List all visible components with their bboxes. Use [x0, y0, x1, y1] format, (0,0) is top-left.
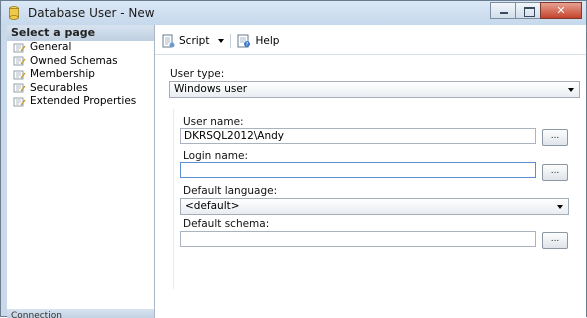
login-name-label: Login name: — [183, 150, 248, 162]
page-selector-header: Select a page — [7, 25, 154, 41]
login-name-browse-button[interactable]: ... — [542, 164, 568, 181]
default-language-value: <default> — [185, 200, 240, 212]
page-item-label: Extended Properties — [30, 95, 137, 108]
maximize-button[interactable] — [515, 2, 541, 19]
script-icon — [162, 34, 175, 48]
window-title: Database User - New — [28, 6, 155, 20]
user-type-label: User type: — [170, 68, 225, 80]
default-schema-browse-button[interactable]: ... — [542, 232, 568, 249]
toolbar-separator — [230, 34, 232, 48]
page-wrench-icon — [13, 70, 26, 80]
user-name-browse-button[interactable]: ... — [542, 129, 568, 146]
page-item-general[interactable]: General — [7, 41, 154, 55]
user-name-value: DKRSQL2012\Andy — [184, 130, 285, 142]
default-schema-label: Default schema: — [183, 218, 270, 230]
page-item-label: General — [30, 41, 72, 54]
minimize-button[interactable] — [490, 2, 516, 19]
page-item-owned-schemas[interactable]: Owned Schemas — [7, 55, 154, 69]
script-button[interactable]: Script — [161, 34, 228, 48]
page-wrench-icon — [13, 43, 26, 53]
script-label: Script — [179, 35, 210, 47]
page-item-membership[interactable]: Membership — [7, 68, 154, 82]
user-name-field[interactable]: DKRSQL2012\Andy — [180, 128, 536, 144]
maximize-icon — [524, 7, 535, 17]
user-name-label: User name: — [183, 116, 244, 128]
toolbar: Script ? Help — [155, 31, 279, 51]
toolbar-divider — [155, 54, 586, 55]
page-wrench-icon — [13, 56, 26, 66]
page-item-label: Membership — [30, 68, 95, 81]
login-name-field[interactable] — [180, 162, 536, 178]
help-label: Help — [255, 35, 280, 47]
window: Database User - New ✕ Select a page Gene… — [0, 0, 587, 318]
help-button[interactable]: ? Help — [237, 34, 279, 48]
chevron-down-icon — [568, 88, 574, 92]
page-wrench-icon — [13, 83, 26, 93]
minimize-icon — [500, 12, 508, 14]
page-wrench-icon — [13, 97, 26, 107]
chevron-down-icon — [557, 205, 563, 209]
title-bar[interactable]: Database User - New ✕ — [1, 1, 586, 25]
close-icon: ✕ — [556, 4, 566, 17]
page-item-securables[interactable]: Securables — [7, 82, 154, 96]
help-icon: ? — [237, 34, 251, 48]
chevron-down-icon[interactable] — [218, 39, 225, 43]
page-selector: Select a page General Owned Schemas Memb… — [7, 25, 155, 318]
content-pane: Script ? Help User type: Windows user Us… — [155, 25, 586, 318]
page-item-extended-properties[interactable]: Extended Properties — [7, 95, 154, 109]
database-icon — [9, 6, 19, 20]
default-schema-field[interactable] — [180, 231, 536, 247]
page-item-label: Securables — [30, 81, 88, 94]
default-language-label: Default language: — [183, 185, 278, 197]
window-controls: ✕ — [490, 2, 582, 20]
page-item-label: Owned Schemas — [30, 54, 118, 67]
default-language-select[interactable]: <default> — [180, 198, 569, 215]
user-type-select[interactable]: Windows user — [169, 81, 580, 98]
svg-text:?: ? — [246, 42, 249, 48]
user-type-value: Windows user — [174, 83, 248, 95]
close-button[interactable]: ✕ — [540, 2, 582, 19]
